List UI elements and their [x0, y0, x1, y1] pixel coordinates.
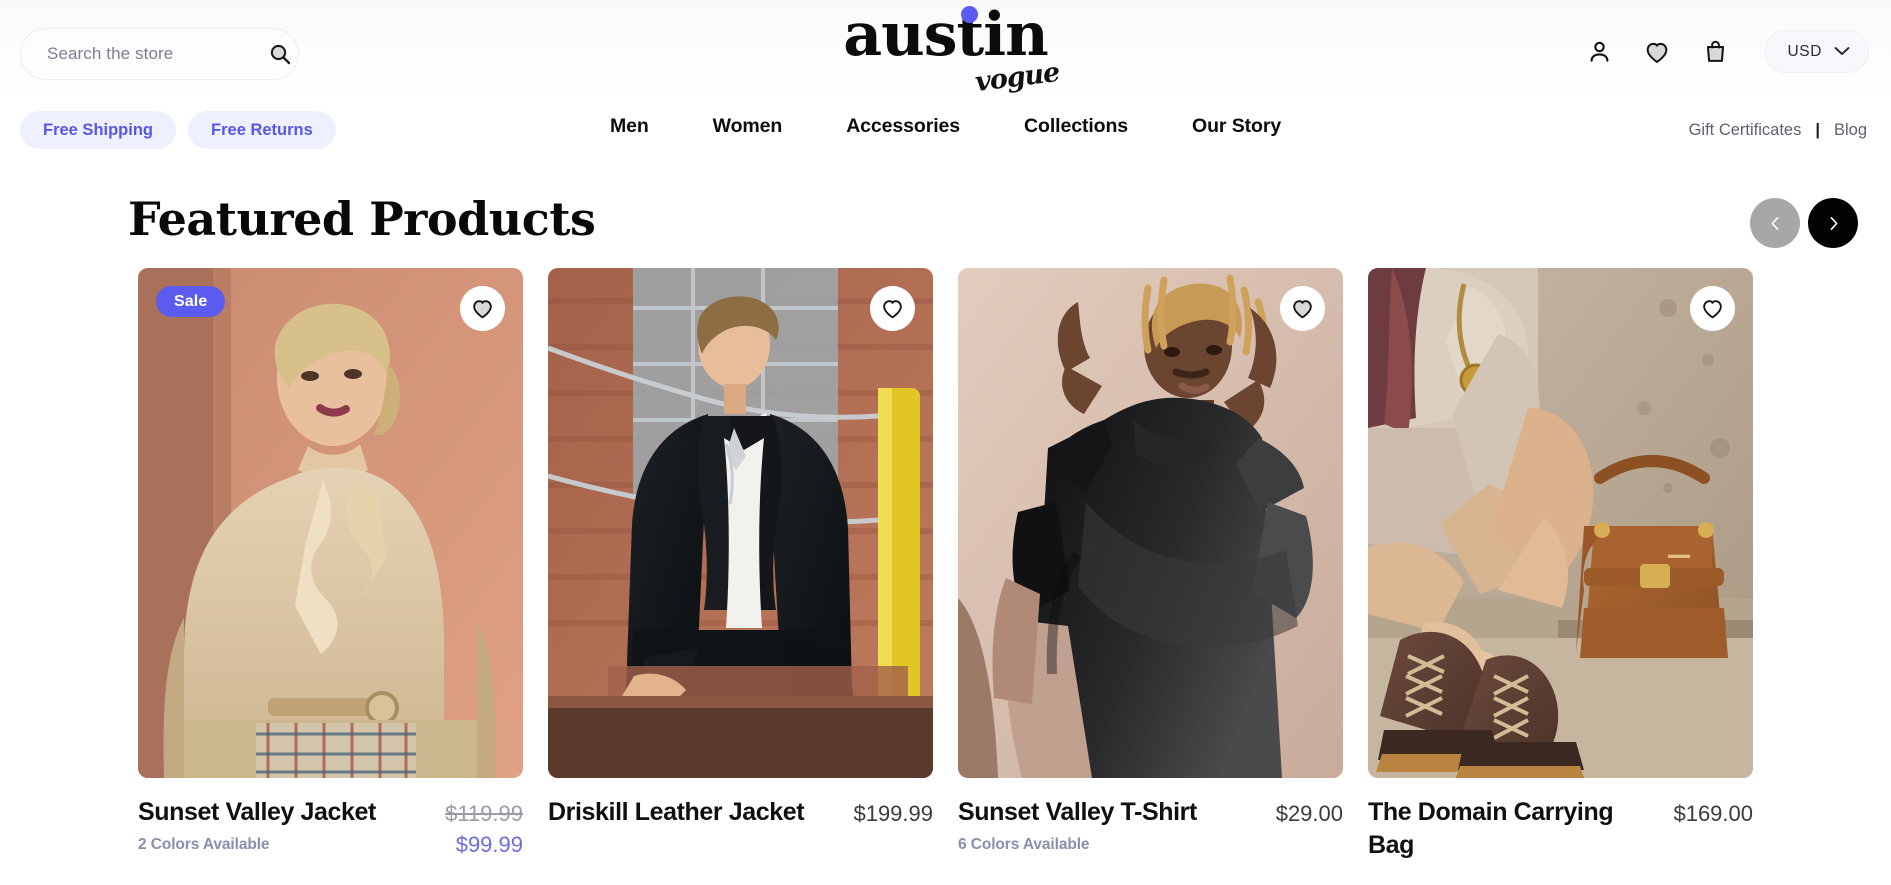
product-title[interactable]: The Domain Carrying Bag: [1368, 796, 1633, 862]
wishlist-heart-icon[interactable]: [870, 286, 915, 331]
sale-badge: Sale: [156, 286, 226, 317]
nav-item-our-story[interactable]: Our Story: [1160, 115, 1313, 138]
product-photo-man-black-tshirt: [958, 268, 1343, 778]
product-card[interactable]: Sale Sunset Valley Jacket 2 Colors Avail…: [138, 268, 523, 862]
product-card[interactable]: Driskill Leather Jacket $199.99: [548, 268, 933, 862]
logo-dot-icon: [960, 6, 978, 23]
utility-separator: |: [1815, 121, 1820, 139]
chevron-left-icon[interactable]: [1750, 198, 1800, 248]
logo-wordmark: austin: [843, 0, 1048, 70]
product-title[interactable]: Driskill Leather Jacket: [548, 796, 805, 829]
link-gift-certificates[interactable]: Gift Certificates: [1689, 121, 1802, 140]
product-card[interactable]: Sunset Valley T-Shirt 6 Colors Available…: [958, 268, 1343, 862]
product-info: The Domain Carrying Bag $169.00: [1368, 796, 1753, 862]
product-image[interactable]: ▬▬: [1368, 268, 1753, 778]
account-icon[interactable]: [1584, 37, 1614, 67]
nav-item-women[interactable]: Women: [681, 115, 815, 138]
utility-nav: Gift Certificates | Blog: [1689, 121, 1867, 140]
product-info: Driskill Leather Jacket $199.99: [548, 796, 933, 829]
wishlist-heart-icon[interactable]: [460, 286, 505, 331]
product-title[interactable]: Sunset Valley T-Shirt: [958, 796, 1197, 829]
product-color-count: 6 Colors Available: [958, 836, 1090, 853]
wishlist-icon[interactable]: [1642, 37, 1672, 67]
nav-item-men[interactable]: Men: [578, 115, 681, 138]
carousel-controls: [1750, 198, 1858, 248]
search-icon[interactable]: [268, 39, 292, 69]
product-carousel: Sale Sunset Valley Jacket 2 Colors Avail…: [0, 268, 1891, 862]
product-info: Sunset Valley T-Shirt 6 Colors Available…: [958, 796, 1343, 854]
product-title[interactable]: Sunset Valley Jacket: [138, 796, 376, 829]
chevron-down-icon: [1834, 43, 1850, 61]
svg-text:▬▬: ▬▬: [1668, 549, 1690, 561]
search-input[interactable]: [47, 44, 268, 64]
nav-item-accessories[interactable]: Accessories: [814, 115, 992, 138]
product-photo-boots-and-handbag: ▬▬: [1368, 268, 1753, 778]
featured-section-header: Featured Products: [0, 192, 1891, 266]
product-card[interactable]: ▬▬ The Domain Carrying Bag $169.00: [1368, 268, 1753, 862]
product-price-sale: $99.99: [455, 832, 523, 857]
product-image[interactable]: [548, 268, 933, 778]
wishlist-heart-icon[interactable]: [1280, 286, 1325, 331]
link-blog[interactable]: Blog: [1834, 121, 1867, 140]
product-price: $169.00: [1673, 801, 1753, 826]
product-image[interactable]: [958, 268, 1343, 778]
storefront-page: austin vogue: [0, 0, 1891, 885]
product-price: $199.99: [853, 801, 933, 826]
page-title: Featured Products: [128, 192, 596, 246]
main-nav: Men Women Accessories Collections Our St…: [0, 115, 1891, 138]
product-price: $29.00: [1275, 801, 1343, 826]
currency-selector[interactable]: USD: [1764, 30, 1869, 73]
header-bar: austin vogue: [0, 0, 1891, 104]
search-box[interactable]: [20, 28, 299, 80]
header-actions: USD: [1584, 30, 1869, 73]
product-info: Sunset Valley Jacket 2 Colors Available …: [138, 796, 523, 861]
nav-item-collections[interactable]: Collections: [992, 115, 1160, 138]
product-price-original: $119.99: [445, 801, 523, 826]
product-color-count: 2 Colors Available: [138, 836, 270, 853]
navigation-bar: Free Shipping Free Returns Men Women Acc…: [0, 104, 1891, 162]
product-photo-woman-trench-coat: [138, 268, 523, 778]
product-image[interactable]: [138, 268, 523, 778]
chevron-right-icon[interactable]: [1808, 198, 1858, 248]
currency-value: USD: [1787, 42, 1822, 60]
cart-icon[interactable]: [1700, 37, 1730, 67]
site-logo[interactable]: austin vogue: [816, 4, 1076, 104]
wishlist-heart-icon[interactable]: [1690, 286, 1735, 331]
product-photo-man-leather-jacket: [548, 268, 933, 778]
